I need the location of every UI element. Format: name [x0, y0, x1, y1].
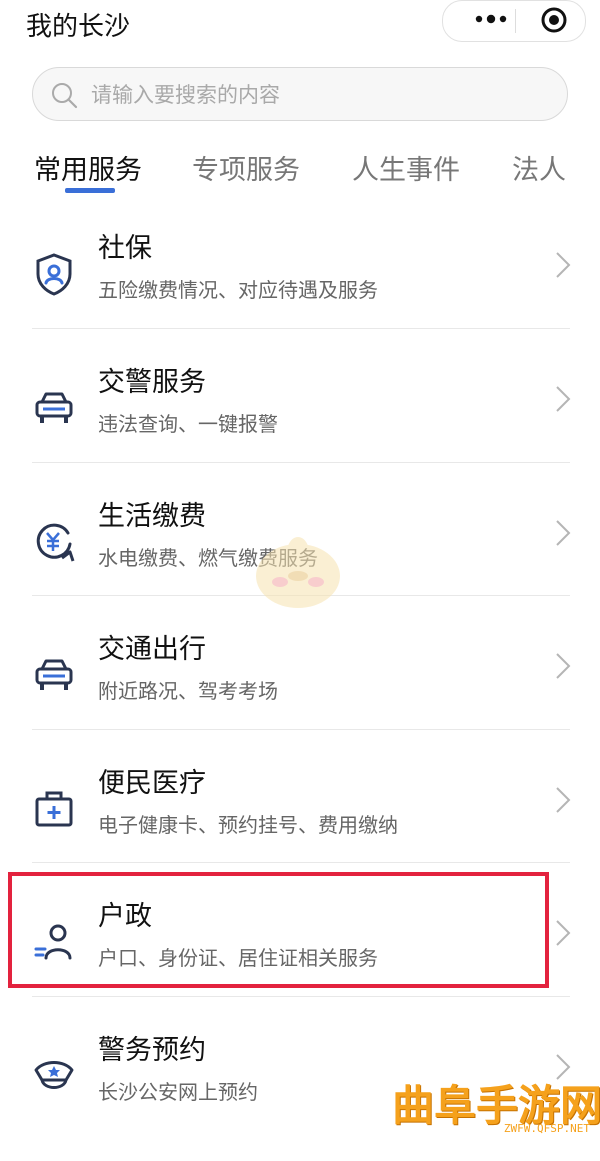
- active-tab-indicator: [65, 188, 115, 193]
- car-icon: [35, 392, 73, 423]
- tab-legal-person[interactable]: 法人: [512, 148, 566, 187]
- shield-user-icon: [36, 253, 72, 296]
- list-item-traffic-police[interactable]: 交警服务 违法查询、一键报警: [0, 360, 600, 493]
- tab-common-services[interactable]: 常用服务: [34, 148, 142, 187]
- search-bar[interactable]: [32, 67, 568, 121]
- chevron-right-icon: [556, 920, 571, 946]
- service-label: 警务预约: [98, 1035, 206, 1066]
- chevron-right-icon: [556, 386, 571, 412]
- top-bar: 我的长沙: [0, 0, 600, 60]
- service-label: 便民医疗: [98, 768, 206, 799]
- search-icon: [52, 83, 78, 109]
- police-cap-icon: [34, 1061, 74, 1089]
- service-label: 社保: [98, 233, 152, 264]
- list-divider: [32, 729, 570, 730]
- chevron-right-icon: [556, 653, 571, 679]
- close-miniprogram-icon[interactable]: [539, 5, 569, 35]
- service-description: 电子健康卡、预约挂号、费用缴纳: [98, 813, 398, 837]
- service-label: 交通出行: [98, 634, 206, 665]
- watermark-url: ZWFW.QFSP.NET: [503, 1122, 590, 1135]
- list-divider: [32, 996, 570, 997]
- site-watermark: 曲阜手游网 ZWFW.QFSP.NET: [392, 1078, 600, 1137]
- tab-life-events[interactable]: 人生事件: [352, 148, 460, 187]
- service-label: 生活缴费: [98, 501, 206, 532]
- capsule-divider: [515, 9, 516, 33]
- more-icon[interactable]: [471, 7, 511, 31]
- mascot-watermark-image: [256, 537, 340, 608]
- category-tabs: 常用服务 专项服务 人生事件 法人: [0, 140, 600, 200]
- list-item-transport[interactable]: 交通出行 附近路况、驾考考场: [0, 627, 600, 760]
- medical-kit-icon: [35, 791, 73, 827]
- list-item-social-security[interactable]: 社保 五险缴费情况、对应待遇及服务: [0, 226, 600, 359]
- search-input[interactable]: [89, 76, 553, 114]
- chevron-right-icon: [556, 520, 571, 546]
- yuan-refresh-icon: [36, 523, 75, 562]
- car-icon: [35, 659, 73, 690]
- list-divider: [32, 328, 570, 329]
- mini-program-capsule: [442, 0, 586, 42]
- service-description: 长沙公安网上预约: [98, 1080, 258, 1104]
- list-divider: [32, 862, 570, 863]
- service-description: 附近路况、驾考考场: [98, 679, 278, 703]
- chevron-right-icon: [556, 787, 571, 813]
- highlight-box: [8, 872, 549, 988]
- tab-special-services[interactable]: 专项服务: [192, 148, 300, 187]
- service-description: 违法查询、一键报警: [98, 412, 278, 436]
- service-description: 五险缴费情况、对应待遇及服务: [98, 278, 378, 302]
- service-label: 交警服务: [98, 367, 206, 398]
- app-title: 我的长沙: [26, 12, 131, 42]
- list-divider: [32, 462, 570, 463]
- chevron-right-icon: [556, 252, 571, 278]
